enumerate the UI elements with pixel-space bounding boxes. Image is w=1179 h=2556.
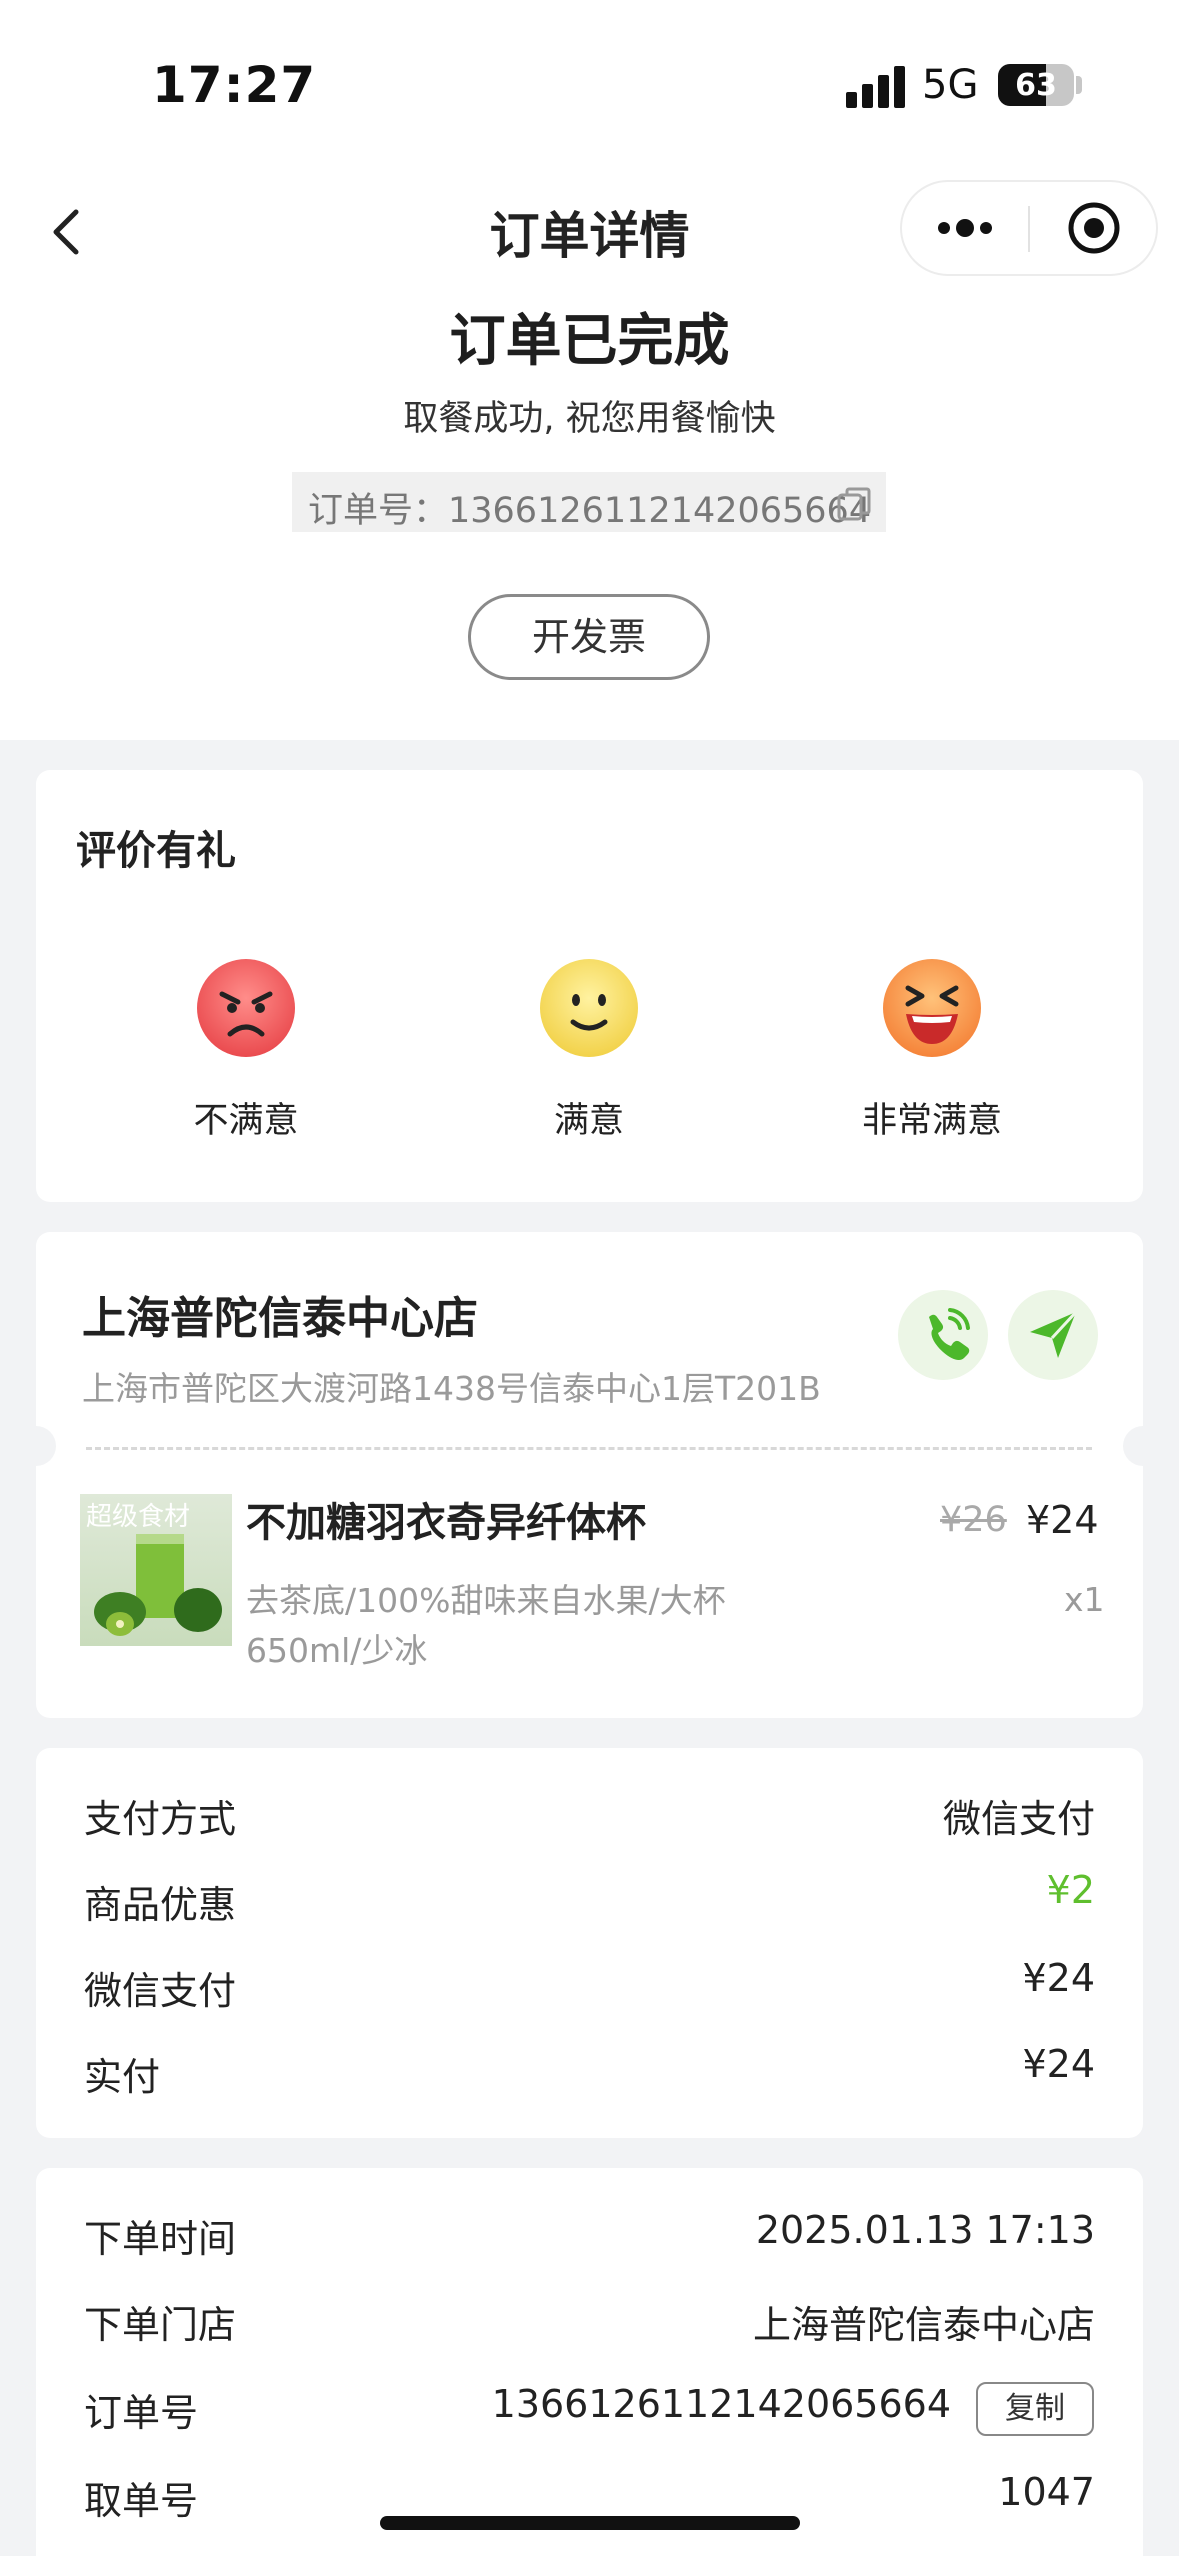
product-name: 不加糖羽衣奇异纤体杯 <box>246 1500 646 1546</box>
dashed-divider <box>86 1447 1092 1450</box>
product-price: ¥24 <box>1026 1498 1099 1542</box>
order-status-title: 订单已完成 <box>449 309 730 374</box>
capsule-divider <box>1028 206 1030 252</box>
ticket-notch-right <box>1123 1426 1163 1466</box>
wechat-pay-value: ¥24 <box>1022 1956 1095 2000</box>
actual-paid-value: ¥24 <box>1022 2042 1095 2086</box>
signal-icon <box>846 64 906 108</box>
battery-level: 63 <box>1015 68 1057 103</box>
discount-label: 商品优惠 <box>84 1883 237 1927</box>
close-target-icon[interactable] <box>1066 200 1122 256</box>
rating-satisfied[interactable] <box>539 958 639 1062</box>
smile-face-icon <box>540 959 638 1057</box>
product-quantity: x1 <box>1064 1580 1105 1619</box>
order-status-subtitle: 取餐成功, 祝您用餐愉快 <box>403 399 776 439</box>
order-number-label: 订单号 <box>84 2391 199 2435</box>
store-address: 上海市普陀区大渡河路1438号信泰中心1层T201B <box>82 1369 821 1408</box>
navigate-store-button[interactable] <box>1008 1290 1098 1380</box>
rating-satisfied-label: 满意 <box>553 1101 624 1141</box>
invoice-button[interactable]: 开发票 <box>468 594 710 680</box>
battery-tip <box>1076 76 1082 94</box>
order-store-label: 下单门店 <box>84 2303 237 2347</box>
rating-unsatisfied-label: 不满意 <box>193 1101 299 1141</box>
call-store-button[interactable] <box>898 1290 988 1380</box>
order-number-text: 订单号：1366126112142065664 <box>308 491 872 531</box>
store-name: 上海普陀信泰中心店 <box>82 1293 478 1344</box>
laughing-face-icon <box>883 959 981 1057</box>
rating-unsatisfied[interactable] <box>196 958 296 1062</box>
network-type: 5G <box>922 62 979 108</box>
rating-very-satisfied[interactable] <box>882 958 982 1062</box>
more-icon[interactable] <box>932 208 998 248</box>
navigation-arrow-icon <box>1030 1310 1078 1358</box>
home-indicator[interactable] <box>380 2516 800 2530</box>
phone-icon <box>929 1308 970 1360</box>
payment-method-label: 支付方式 <box>84 1797 237 1841</box>
rating-very-satisfied-label: 非常满意 <box>861 1101 1002 1141</box>
evaluation-title: 评价有礼 <box>76 828 236 874</box>
battery-icon: 63 <box>998 64 1074 106</box>
ticket-notch-left <box>16 1426 56 1466</box>
product-original-price: ¥26 <box>940 1500 1007 1540</box>
pickup-number-label: 取单号 <box>84 2479 199 2523</box>
order-time-label: 下单时间 <box>84 2217 237 2261</box>
order-time-value: 2025.01.13 17:13 <box>755 2208 1095 2252</box>
copy-order-number-button[interactable]: 复制 <box>976 2382 1094 2436</box>
product-image: 超级食材 <box>80 1494 232 1646</box>
copy-icon[interactable] <box>836 486 872 522</box>
order-number-value: 1366126112142065664 <box>491 2382 951 2426</box>
discount-value: ¥2 <box>1046 1868 1095 1912</box>
wechat-pay-label: 微信支付 <box>84 1969 237 2013</box>
status-time: 17:27 <box>152 56 317 114</box>
payment-method-value: 微信支付 <box>942 1797 1095 1841</box>
angry-face-icon <box>197 959 295 1057</box>
order-store-value: 上海普陀信泰中心店 <box>752 2303 1095 2347</box>
actual-paid-label: 实付 <box>84 2055 161 2099</box>
product-options: 去茶底/100%甜味来自水果/大杯650ml/少冰 <box>246 1581 726 1670</box>
pickup-number-value: 1047 <box>998 2470 1095 2514</box>
